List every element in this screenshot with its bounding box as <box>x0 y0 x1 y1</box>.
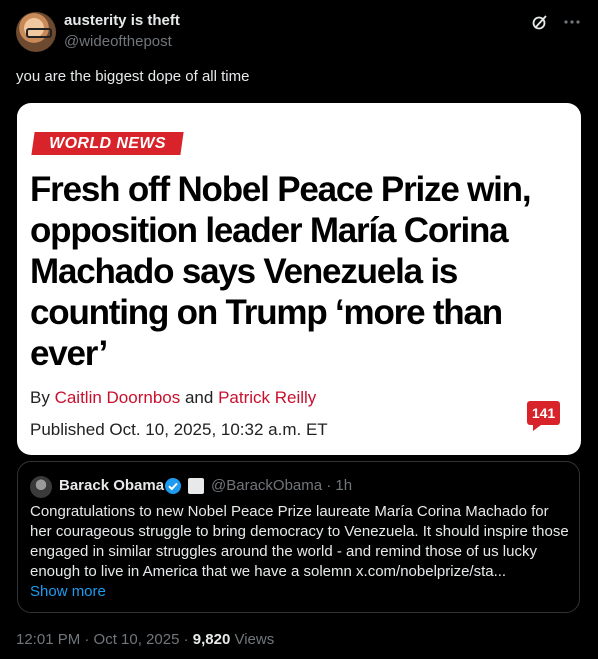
quoted-author-meta: @BarackObama · 1h <box>211 477 353 494</box>
verified-badge-icon <box>164 477 182 500</box>
byline-and: and <box>180 388 219 407</box>
show-more-link[interactable]: Show more <box>30 583 106 600</box>
views-label: Views <box>230 631 275 648</box>
byline-author-2: Patrick Reilly <box>218 388 317 407</box>
byline-prefix: By <box>30 388 55 407</box>
quoted-author-avatar <box>30 476 52 498</box>
article-published-date: Published Oct. 10, 2025, 10:32 a.m. ET <box>30 420 328 439</box>
quoted-author-name: Barack Obama <box>59 477 165 494</box>
byline-author-1: Caitlin Doornbos <box>54 388 181 407</box>
tweet-footer: 12:01 PM · Oct 10, 2025 · 9,820 Views <box>16 631 274 648</box>
author-avatar[interactable] <box>16 12 56 52</box>
comment-count-badge: 141 <box>527 401 560 431</box>
news-image-card[interactable]: WORLD NEWS Fresh off Nobel Peace Prize w… <box>17 103 581 455</box>
section-label-text: WORLD NEWS <box>49 135 166 152</box>
author-handle[interactable]: @wideofthepost <box>64 33 172 50</box>
article-headline: Fresh off Nobel Peace Prize win, opposit… <box>30 170 532 373</box>
view-count: 9,820 <box>192 631 231 648</box>
tweet-timestamp[interactable]: 12:01 PM · Oct 10, 2025 · <box>16 631 193 648</box>
quoted-tweet[interactable]: Barack Obama @BarackObama · 1h Congratul… <box>17 461 580 613</box>
article-byline: By Caitlin Doornbos and Patrick Reilly <box>30 388 316 408</box>
avatar-glasses <box>26 28 52 38</box>
flag-icon <box>188 478 204 494</box>
more-icon[interactable] <box>562 12 582 32</box>
tweet-text: you are the biggest dope of all time <box>16 68 250 85</box>
tweet-actions <box>530 12 582 32</box>
author-name[interactable]: austerity is theft <box>64 12 180 29</box>
section-label: WORLD NEWS <box>31 132 184 155</box>
grok-icon[interactable] <box>530 12 550 32</box>
quoted-tweet-text: Congratulations to new Nobel Peace Prize… <box>30 503 569 580</box>
